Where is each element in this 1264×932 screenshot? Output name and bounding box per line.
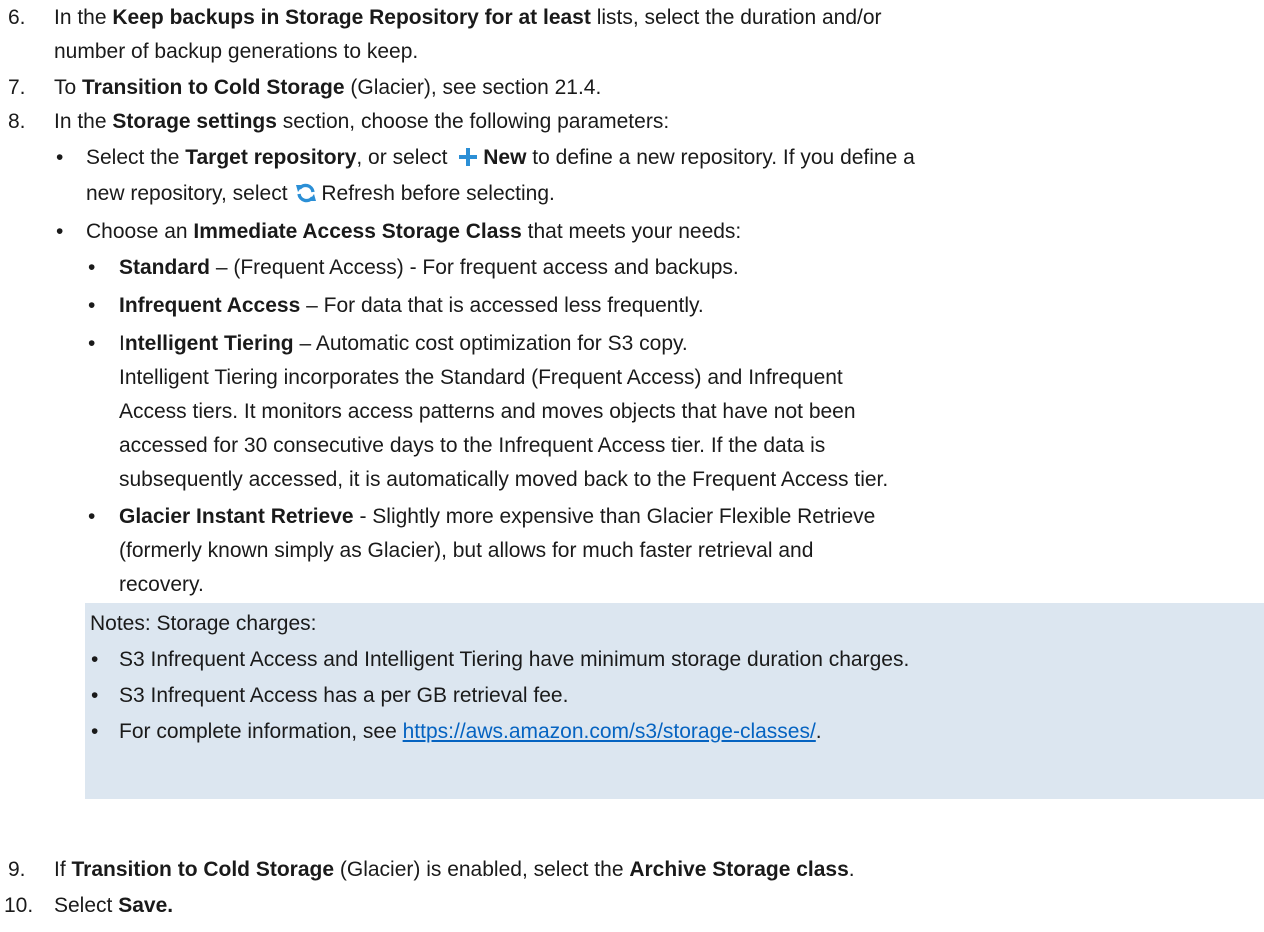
- bullet-text: Select the: [86, 146, 186, 169]
- note-item: S3 Infrequent Access has a per GB retrie…: [119, 684, 569, 707]
- ui-term: New: [483, 146, 527, 169]
- ui-term: ntelligent Tiering: [124, 332, 294, 355]
- bullet-text: – For data that is accessed less frequen…: [300, 294, 704, 317]
- ui-term: Standard: [119, 256, 211, 279]
- ui-term: Glacier Instant Retrieve: [119, 505, 354, 528]
- paragraph-line: Intelligent Tiering incorporates the Sta…: [119, 366, 843, 389]
- ui-term: Transition to Cold Storage: [82, 76, 345, 99]
- bullet-dot: •: [88, 332, 96, 355]
- step-text: Select: [54, 894, 119, 917]
- bullet-text: that meets your needs:: [521, 220, 742, 243]
- bullet-dot: •: [91, 684, 99, 707]
- paragraph-line: Access tiers. It monitors access pattern…: [119, 400, 856, 423]
- step-text: lists, select the duration and/or: [590, 6, 882, 29]
- bullet-text: new repository, select: [86, 182, 288, 205]
- ui-term: Transition to Cold Storage: [71, 858, 335, 881]
- step-text: In the: [54, 110, 113, 133]
- ui-term: Keep backups in Storage Repository for a…: [112, 6, 591, 29]
- step-number: 9.: [8, 858, 26, 881]
- note-text: For complete information, see: [119, 720, 403, 743]
- ui-term: Storage settings: [112, 110, 277, 133]
- bullet-text: – Automatic cost optimization for S3 cop…: [293, 332, 688, 355]
- ui-term: Archive Storage class: [629, 858, 849, 881]
- notes-heading: Notes: Storage charges:: [90, 612, 317, 635]
- step-text: .: [848, 858, 855, 881]
- step-text: section, choose the following parameters…: [276, 110, 670, 133]
- bullet-text: Refresh before selecting.: [321, 182, 555, 205]
- note-text: .: [815, 720, 822, 743]
- storage-classes-link[interactable]: https://aws.amazon.com/s3/storage-classe…: [403, 720, 816, 743]
- bullet-text: to define a new repository. If you defin…: [526, 146, 915, 169]
- ui-term: Immediate Access Storage Class: [193, 220, 522, 243]
- bullet-dot: •: [56, 146, 64, 169]
- bullet-dot: •: [88, 256, 96, 279]
- bullet-dot: •: [91, 648, 99, 671]
- paragraph-line: accessed for 30 consecutive days to the …: [119, 434, 826, 457]
- refresh-icon: [296, 183, 317, 203]
- bullet-text: Choose an: [86, 220, 194, 243]
- plus-icon: [459, 148, 478, 166]
- note-item: S3 Infrequent Access and Intelligent Tie…: [119, 648, 910, 671]
- bullet-dot: •: [88, 294, 96, 317]
- ui-term: Save.: [118, 894, 174, 917]
- step-number: 7.: [8, 76, 26, 99]
- bullet-text: , or select: [356, 146, 454, 169]
- step-number: 8.: [8, 110, 26, 133]
- step-text: (Glacier), see section 21.4.: [344, 76, 602, 99]
- paragraph-line: recovery.: [119, 573, 204, 596]
- ui-term: Target repository: [185, 146, 357, 169]
- step-number: 10.: [4, 894, 34, 917]
- note-item-link: For complete information, see https://aw…: [119, 717, 822, 747]
- step-number: 6.: [8, 6, 26, 29]
- bullet-dot: •: [56, 220, 64, 243]
- step-text: To: [54, 76, 83, 99]
- bullet-dot: •: [88, 505, 96, 528]
- paragraph-line: (formerly known simply as Glacier), but …: [119, 539, 814, 562]
- step-text: If: [54, 858, 72, 881]
- document-page: 6. In the Keep backups in Storage Reposi…: [0, 0, 1264, 932]
- step-text: In the: [54, 6, 113, 29]
- bullet-dot: •: [91, 720, 99, 743]
- bullet-text: – (Frequent Access) - For frequent acces…: [210, 256, 739, 279]
- bullet-text: - Slightly more expensive than Glacier F…: [353, 505, 876, 528]
- ui-term: Infrequent Access: [119, 294, 301, 317]
- step-text: number of backup generations to keep.: [54, 40, 419, 63]
- step-text: (Glacier) is enabled, select the: [334, 858, 630, 881]
- paragraph-line: subsequently accessed, it is automatical…: [119, 468, 889, 491]
